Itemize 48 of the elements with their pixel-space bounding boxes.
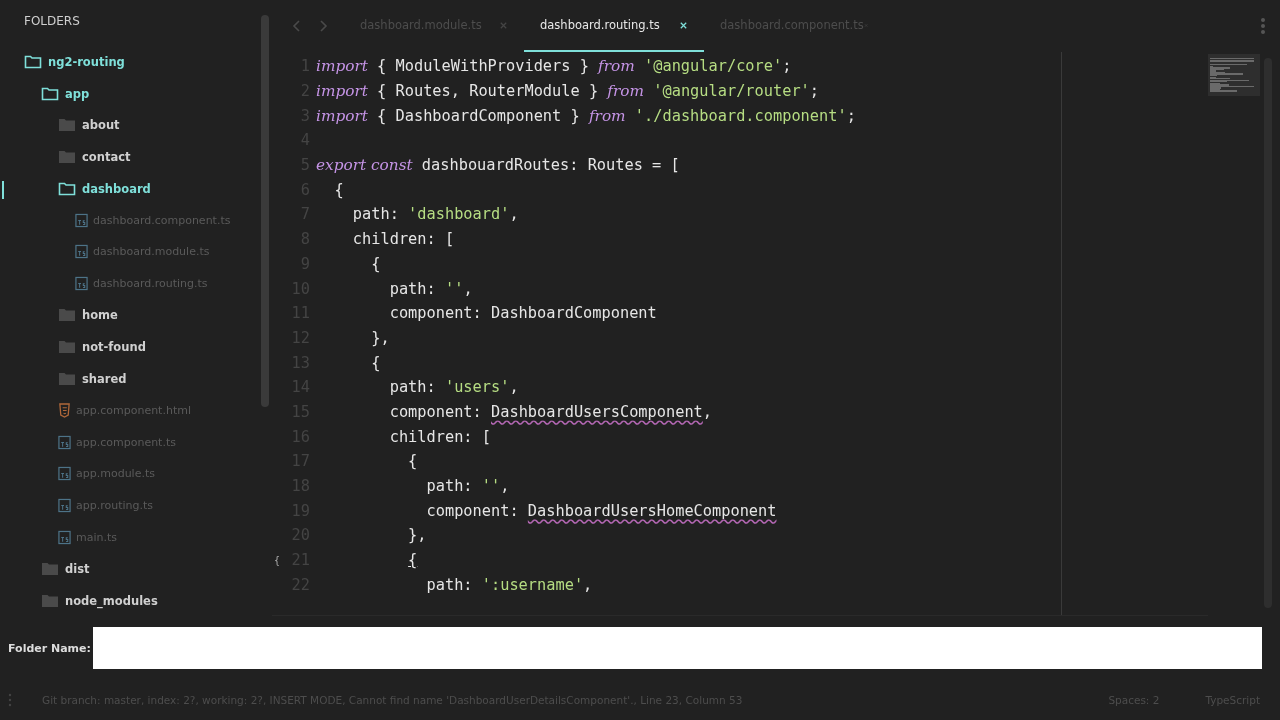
folder-item[interactable]: ng2-routing — [48, 54, 125, 69]
code-line: { — [407, 551, 418, 570]
ts-file-icon — [75, 276, 88, 292]
html-file-icon — [58, 402, 71, 418]
code-line: { — [370, 254, 381, 273]
scrollbar[interactable] — [261, 15, 269, 407]
code-line: }, — [370, 328, 390, 347]
code-line: path: '', — [425, 477, 510, 496]
editor-tab[interactable]: dashboard.routing.ts — [524, 0, 704, 52]
folder-item[interactable]: dashboard — [82, 181, 151, 196]
code-line: { — [333, 180, 344, 199]
code-line: export const dashbouardRoutes: Routes = [ — [316, 156, 680, 175]
folder-item[interactable]: shared — [82, 371, 127, 386]
code-line: { — [370, 353, 381, 372]
code-line: component: DashboardUsersComponent, — [388, 402, 713, 421]
code-line: { — [407, 452, 418, 471]
code-line: import { DashboardComponent } from './dashboard.component'; — [316, 106, 856, 125]
code-line: path: '', — [388, 279, 473, 298]
grip-icon[interactable] — [8, 693, 12, 707]
ts-file-icon — [58, 434, 71, 450]
more-icon[interactable] — [1260, 17, 1266, 35]
fold-marker[interactable]: { — [274, 554, 281, 566]
code-line: }, — [407, 526, 427, 545]
minimap[interactable] — [1208, 54, 1260, 96]
ts-file-icon — [75, 212, 88, 228]
folder-item[interactable]: about — [82, 118, 120, 133]
folder-item[interactable]: node_modules — [65, 593, 158, 608]
code-line: component: DashboardComponent — [388, 304, 657, 323]
code-line: children: [ — [388, 427, 491, 446]
ts-file-icon — [58, 466, 71, 482]
code-line: children: [ — [351, 230, 455, 249]
ts-file-icon — [58, 497, 71, 513]
code-line: import { ModuleWithProviders } from '@angular/core'; — [316, 57, 792, 76]
folder-item[interactable]: not-found — [82, 340, 146, 355]
folder-name-field[interactable] — [93, 627, 1262, 669]
code-line: component: DashboardUsersHomeComponent — [425, 501, 777, 520]
code-line: path: ':username', — [425, 575, 593, 594]
folder-item[interactable]: app — [65, 86, 90, 101]
input-label: Folder Name: — [8, 641, 92, 655]
ts-file-icon — [58, 529, 71, 545]
folder-item[interactable]: dist — [65, 561, 90, 576]
folder-item[interactable]: contact — [82, 149, 131, 164]
code-line: path: 'dashboard', — [351, 205, 519, 224]
folder-item[interactable]: home — [82, 308, 118, 323]
sidebar-title: FOLDERS — [23, 14, 81, 30]
code-line: import { Routes, RouterModule } from '@angular/router'; — [316, 82, 820, 101]
ts-file-icon — [75, 244, 88, 260]
code-line: path: 'users', — [388, 378, 519, 397]
